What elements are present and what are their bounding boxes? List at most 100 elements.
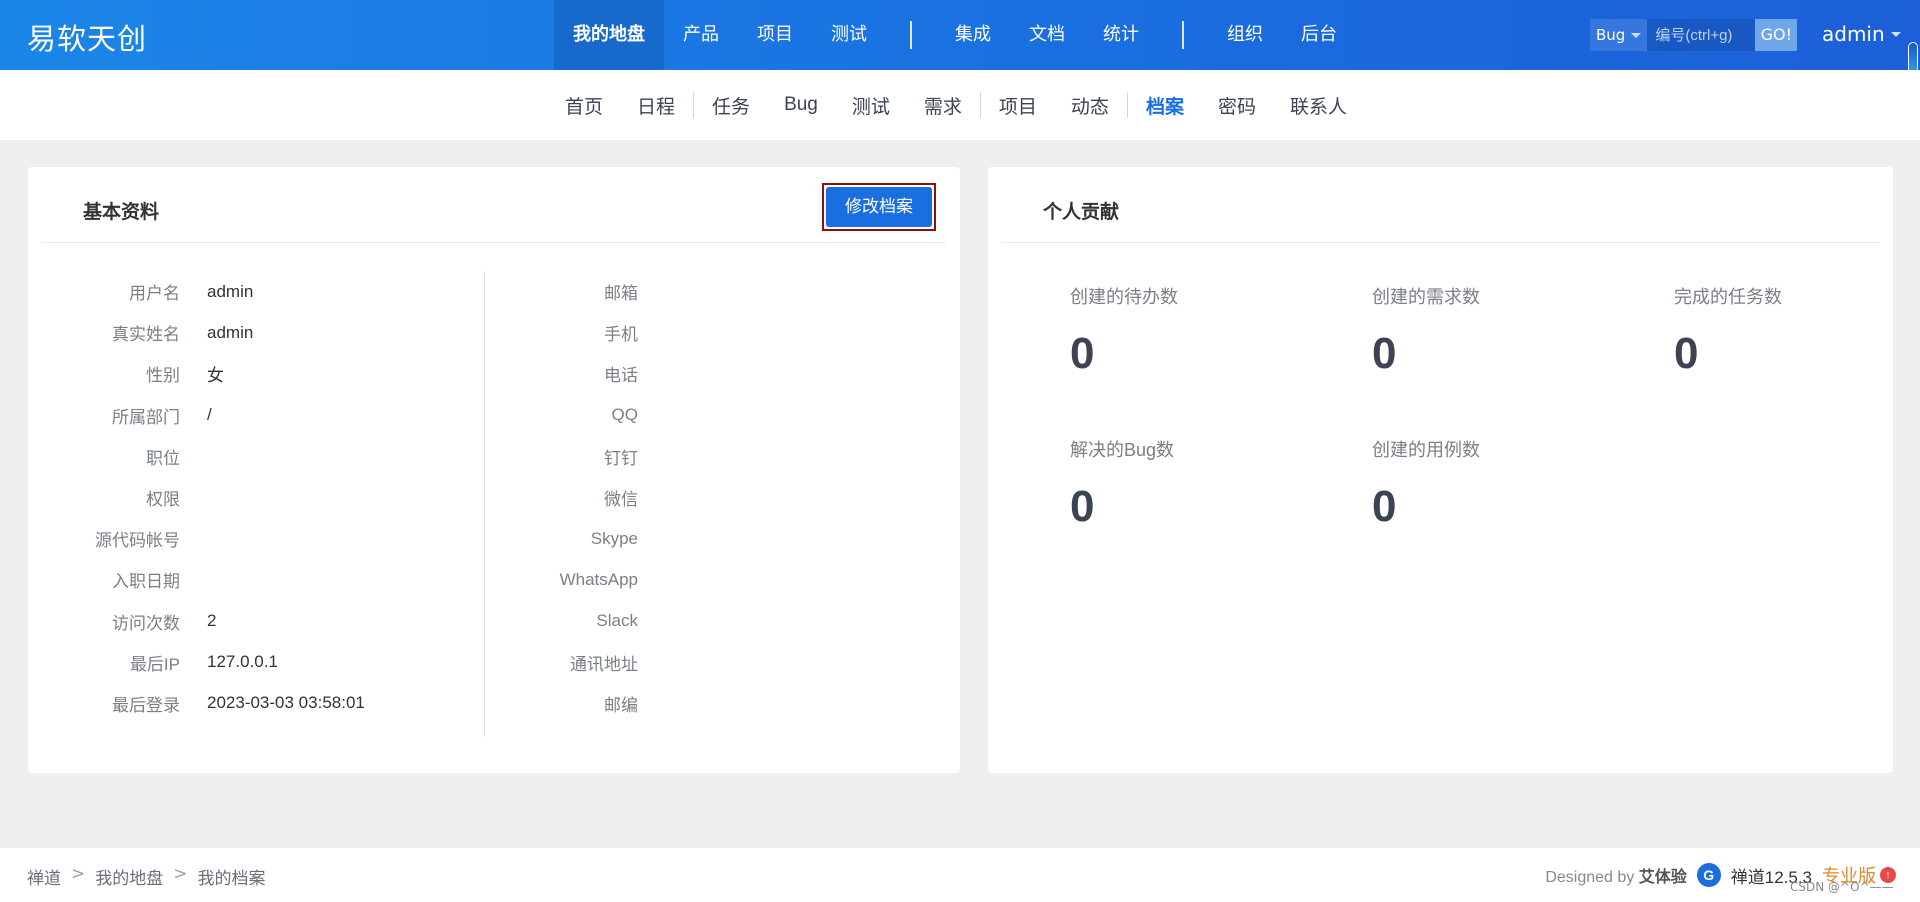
stat-label: 创建的待办数 [1070, 287, 1178, 307]
sub-nav-password[interactable]: 密码 [1201, 92, 1273, 119]
field-row: 入职日期 [56, 559, 365, 600]
main-nav-divider [910, 21, 912, 49]
sub-nav-home[interactable]: 首页 [548, 92, 620, 119]
field-row: 最后IP 127.0.0.1 [56, 642, 365, 683]
field-row: 用户名 admin [56, 271, 365, 312]
watermark: CSDN @^O^—— [1790, 880, 1894, 894]
edit-profile-button[interactable]: 修改档案 [826, 187, 932, 227]
breadcrumb: 禅道 > 我的地盘 > 我的档案 [27, 864, 266, 889]
sub-nav-bug[interactable]: Bug [767, 94, 835, 116]
profile-card-header: 基本资料 修改档案 [42, 167, 946, 243]
field-row: 源代码帐号 [56, 518, 365, 559]
main-nav-company[interactable]: 组织 [1208, 0, 1282, 70]
stat-label: 完成的任务数 [1674, 287, 1782, 307]
breadcrumb-separator: > [71, 864, 86, 884]
chevron-down-icon [1890, 31, 1901, 37]
stat-value: 0 [1372, 329, 1397, 378]
contribution-card-header: 个人贡献 [1002, 167, 1879, 243]
field-label: 源代码帐号 [95, 531, 180, 551]
main-nav-integration[interactable]: 集成 [936, 0, 1010, 70]
main-nav-doc[interactable]: 文档 [1010, 0, 1084, 70]
main-nav-my[interactable]: 我的地盘 [554, 0, 664, 70]
stat-bugs-resolved: 解决的Bug数 0 [1070, 436, 1310, 532]
search-input[interactable] [1647, 19, 1756, 51]
field-row: 微信 [510, 477, 638, 518]
field-label: WhatsApp [559, 569, 638, 589]
edit-button-highlight: 修改档案 [822, 183, 936, 231]
breadcrumb-item[interactable]: 我的地盘 [95, 864, 163, 889]
column-divider [484, 271, 485, 737]
search-type-label: Bug [1596, 26, 1626, 44]
user-name: admin [1822, 22, 1885, 46]
brand-logo[interactable]: 易软天创 [27, 16, 147, 58]
field-label: 用户名 [129, 284, 180, 304]
stat-value: 0 [1070, 329, 1095, 378]
sub-nav-divider [1126, 92, 1128, 118]
field-row: 邮编 [510, 683, 638, 724]
field-value: 2 [207, 611, 217, 631]
field-value: 127.0.0.1 [207, 652, 278, 672]
sub-nav-task[interactable]: 任务 [695, 92, 767, 119]
field-label: Slack [596, 611, 638, 631]
field-row: Slack [510, 601, 638, 642]
stat-stories-created: 创建的需求数 0 [1372, 283, 1612, 379]
field-label: 最后登录 [112, 695, 180, 715]
field-label: 邮编 [604, 695, 638, 715]
field-value: 2023-03-03 03:58:01 [207, 693, 365, 713]
sub-nav-profile[interactable]: 档案 [1129, 92, 1201, 119]
search-type-select[interactable]: Bug [1590, 19, 1648, 51]
field-label: 最后IP [129, 654, 180, 674]
field-label: 所属部门 [112, 407, 180, 427]
field-label: 微信 [604, 490, 638, 510]
contribution-card: 个人贡献 创建的待办数 0 创建的需求数 0 完成的任务数 0 解决的Bug数 … [988, 167, 1893, 773]
stat-todos-created: 创建的待办数 0 [1070, 283, 1310, 379]
field-label: QQ [611, 405, 638, 425]
sub-nav-dynamic[interactable]: 动态 [1054, 92, 1126, 119]
sub-nav-contacts[interactable]: 联系人 [1273, 92, 1364, 119]
field-value: admin [207, 322, 254, 342]
field-label: 权限 [146, 490, 180, 510]
footer: 禅道 > 我的地盘 > 我的档案 Designed by 艾体验 G 禅道12.… [0, 848, 1920, 902]
field-row: 权限 [56, 477, 365, 518]
stat-cases-created: 创建的用例数 0 [1372, 436, 1612, 532]
sub-nav-story[interactable]: 需求 [907, 92, 979, 119]
field-value: admin [207, 281, 254, 301]
sub-nav-project[interactable]: 项目 [982, 92, 1054, 119]
main-nav-divider [1182, 21, 1184, 49]
main-nav-test[interactable]: 测试 [812, 0, 886, 70]
main-nav-report[interactable]: 统计 [1084, 0, 1158, 70]
sub-nav-calendar[interactable]: 日程 [620, 92, 692, 119]
stat-label: 创建的需求数 [1372, 287, 1480, 307]
user-menu[interactable]: admin [1822, 22, 1901, 46]
main-nav: 我的地盘 产品 项目 测试 集成 文档 统计 组织 后台 [554, 0, 1356, 70]
sub-nav-divider [693, 92, 695, 118]
field-value: 女 [207, 366, 224, 386]
designer-name[interactable]: 艾体验 [1639, 869, 1687, 886]
breadcrumb-item[interactable]: 禅道 [27, 864, 61, 889]
field-row: 钉钉 [510, 436, 638, 477]
field-label: 钉钉 [604, 448, 638, 468]
main-nav-admin[interactable]: 后台 [1282, 0, 1356, 70]
field-label: 邮箱 [604, 284, 638, 304]
stat-tasks-finished: 完成的任务数 0 [1674, 283, 1914, 379]
designed-by-prefix: Designed by [1545, 869, 1635, 886]
field-row: 最后登录 2023-03-03 03:58:01 [56, 683, 365, 724]
main-nav-product[interactable]: 产品 [664, 0, 738, 70]
profile-card: 基本资料 修改档案 用户名 admin 真实姓名 admin 性别 女 所属部门 / 职… [28, 167, 960, 773]
search-go-button[interactable]: GO! [1755, 19, 1798, 51]
field-value: / [207, 405, 212, 425]
field-row: WhatsApp [510, 559, 638, 600]
chevron-down-icon [1631, 32, 1642, 38]
field-row: QQ [510, 395, 638, 436]
main-nav-project[interactable]: 项目 [738, 0, 812, 70]
profile-card-title: 基本资料 [83, 201, 160, 223]
field-label: 职位 [146, 448, 180, 468]
sub-nav-test[interactable]: 测试 [835, 92, 907, 119]
field-row: Skype [510, 518, 638, 559]
breadcrumb-item: 我的档案 [197, 869, 266, 889]
profile-basic-fields: 用户名 admin 真实姓名 admin 性别 女 所属部门 / 职位 权限 源代码帐号… [56, 271, 365, 724]
stat-value: 0 [1674, 329, 1699, 378]
stat-label: 解决的Bug数 [1070, 440, 1175, 460]
field-row: 真实姓名 admin [56, 312, 365, 353]
breadcrumb-separator: > [173, 864, 188, 884]
